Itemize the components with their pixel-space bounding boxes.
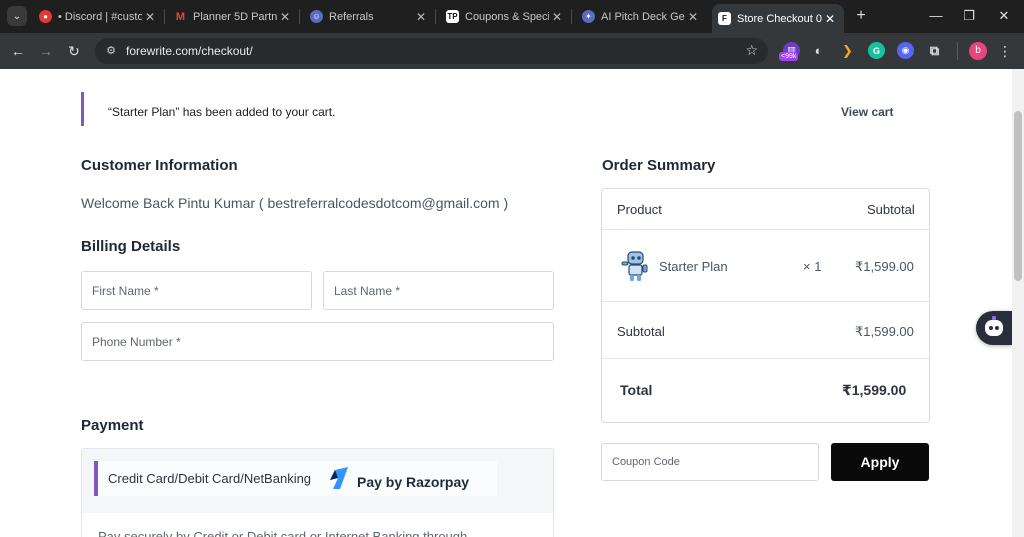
tab-referrals[interactable]: ☺ Referrals ✕ — [304, 4, 436, 29]
ai-pitch-icon: ✦ — [582, 10, 595, 23]
tab-title: AI Pitch Deck Gene — [601, 10, 685, 23]
last-name-placeholder: Last Name * — [334, 284, 401, 298]
tab-divider — [435, 9, 436, 24]
extension-leaf-icon[interactable]: ❯ — [839, 42, 856, 59]
page-scrollbar[interactable] — [1012, 69, 1024, 537]
summary-divider — [602, 358, 929, 359]
site-settings-icon[interactable]: ⚙ — [103, 43, 119, 59]
tab-title: Referrals — [329, 10, 374, 23]
robot-product-icon — [621, 251, 648, 281]
total-value: ₹1,599.00 — [842, 382, 907, 398]
forward-arrow-icon[interactable]: → — [36, 41, 56, 61]
close-tab-icon[interactable]: ✕ — [142, 10, 158, 24]
order-item-quantity: × 1 — [803, 259, 822, 274]
chat-bot-icon — [985, 316, 1003, 336]
phone-number-field[interactable]: Phone Number * — [81, 322, 554, 361]
subtotal-column-header: Subtotal — [867, 202, 915, 217]
close-tab-icon[interactable]: ✕ — [822, 12, 838, 26]
tab-title: Store Checkout 01 — [737, 12, 822, 25]
minimize-icon[interactable]: — — [925, 6, 947, 26]
back-arrow-icon[interactable]: ← — [8, 41, 28, 61]
discord-icon: ● — [39, 10, 52, 23]
close-tab-icon[interactable]: ✕ — [685, 10, 701, 24]
reload-icon[interactable]: ↻ — [64, 41, 84, 61]
profile-avatar[interactable]: b — [969, 42, 987, 60]
chat-widget-button[interactable] — [976, 311, 1012, 345]
subtotal-value: ₹1,599.00 — [855, 324, 914, 339]
razorpay-provider-label: Pay by Razorpay — [357, 474, 470, 490]
customer-info-heading: Customer Information — [81, 157, 238, 174]
tab-store-checkout[interactable]: F Store Checkout 01 ✕ — [712, 4, 844, 33]
last-name-field[interactable]: Last Name * — [323, 271, 554, 310]
apply-coupon-button[interactable]: Apply — [831, 443, 929, 481]
grammarly-icon[interactable]: G — [868, 42, 885, 59]
order-item-name: Starter Plan — [659, 259, 728, 274]
extensions-puzzle-icon[interactable]: ⧉ — [926, 42, 943, 59]
address-bar[interactable]: ⚙ forewrite.com/checkout/ ☆ — [95, 38, 768, 64]
welcome-text: Welcome Back Pintu Kumar ( bestreferralc… — [81, 195, 509, 211]
summary-divider — [602, 229, 929, 230]
cart-notice-message: “Starter Plan” has been added to your ca… — [108, 105, 336, 119]
total-label: Total — [620, 382, 653, 398]
close-window-icon[interactable]: ✕ — [993, 6, 1015, 26]
payment-heading: Payment — [81, 417, 144, 434]
tab-title: • Discord | #custom — [58, 10, 142, 23]
toolbar-divider — [957, 42, 958, 60]
tab-discord[interactable]: ● • Discord | #custom ✕ — [33, 4, 165, 29]
first-name-placeholder: First Name * — [92, 284, 159, 298]
product-column-header: Product — [617, 202, 662, 217]
order-summary-heading: Order Summary — [602, 157, 716, 174]
checkout-page: “Starter Plan” has been added to your ca… — [0, 69, 1024, 537]
tab-title: Planner 5D Partner — [193, 10, 277, 23]
browser-toolbar: ← → ↻ ⚙ forewrite.com/checkout/ ☆ ▥ ◐ ❯ … — [0, 33, 1024, 69]
tab-planner5d[interactable]: M Planner 5D Partner ✕ — [168, 4, 300, 29]
coupon-code-input[interactable]: Coupon Code — [601, 443, 819, 481]
url-text[interactable]: forewrite.com/checkout/ — [126, 44, 253, 58]
payment-option-selected-bar — [94, 461, 98, 496]
order-item-price: ₹1,599.00 — [855, 259, 914, 274]
tab-search-chevron-icon[interactable]: ⌄ — [7, 6, 27, 26]
tab-divider — [571, 9, 572, 24]
payment-description: Pay securely by Credit or Debit card or … — [98, 529, 468, 537]
tab-title: Coupons & Special — [465, 10, 549, 23]
bookmark-star-icon[interactable]: ☆ — [745, 42, 758, 59]
summary-divider — [602, 301, 929, 302]
first-name-field[interactable]: First Name * — [81, 271, 312, 310]
browser-tab-bar: ⌄ ● • Discord | #custom ✕ M Planner 5D P… — [0, 0, 1024, 33]
extension-spiral-icon[interactable]: ◐ — [810, 42, 827, 59]
notice-accent-bar — [81, 92, 84, 126]
view-cart-link[interactable]: View cart — [841, 105, 893, 119]
extension-badge: <99k — [779, 52, 799, 61]
subtotal-label: Subtotal — [617, 324, 665, 339]
billing-details-heading: Billing Details — [81, 238, 181, 255]
payment-method-label[interactable]: Credit Card/Debit Card/NetBanking — [108, 471, 311, 486]
tab-coupons[interactable]: TP Coupons & Special ✕ — [440, 4, 572, 29]
close-tab-icon[interactable]: ✕ — [277, 10, 293, 24]
razorpay-logo-icon — [330, 467, 348, 489]
extension-bot-icon[interactable]: ◉ — [897, 42, 914, 59]
store-icon: F — [718, 12, 731, 25]
referrals-icon: ☺ — [310, 10, 323, 23]
phone-number-placeholder: Phone Number * — [92, 335, 181, 349]
scrollbar-thumb[interactable] — [1014, 111, 1022, 281]
tp-icon: TP — [446, 10, 459, 23]
gmail-icon: M — [175, 10, 186, 23]
close-tab-icon[interactable]: ✕ — [413, 10, 429, 24]
browser-menu-icon[interactable]: ⋮ — [998, 42, 1012, 60]
coupon-placeholder: Coupon Code — [612, 456, 680, 468]
tab-ai-pitch-deck[interactable]: ✦ AI Pitch Deck Gene ✕ — [576, 4, 707, 29]
new-tab-plus-icon[interactable]: + — [852, 7, 870, 25]
tab-divider — [299, 9, 300, 24]
close-tab-icon[interactable]: ✕ — [549, 10, 565, 24]
tab-divider — [164, 9, 165, 24]
restore-icon[interactable]: ❐ — [958, 6, 980, 26]
